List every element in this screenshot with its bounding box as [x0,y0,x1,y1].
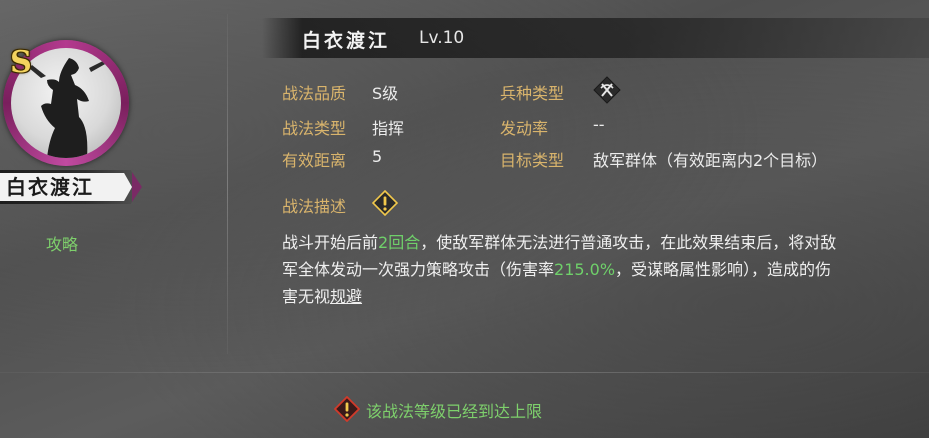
description-line-1: 战斗开始后前2回合，使敌军群体无法进行普通攻击，在此效果结束后，将对敌 [282,233,837,252]
skill-type-label: 战法类型 [282,119,347,138]
target-type-label: 目标类型 [500,151,565,170]
skill-portrait-panel: S 白衣渡江 [0,40,142,210]
max-level-note: 该战法等级已经到达上限 [366,402,543,421]
panel-divider-vertical [227,14,228,354]
skill-name-plate: 白衣渡江 [0,170,142,204]
skill-title: 白衣渡江 [302,30,391,52]
rounds-highlight: 2回合 [378,233,421,252]
range-label: 有效距离 [282,151,347,170]
troop-type-label: 兵种类型 [500,84,565,103]
evasion-term-link[interactable]: 规避 [330,287,362,306]
damage-rate-highlight: 215.0% [554,260,616,279]
skill-grade-badge: S [10,45,32,80]
portrait-skill-name: 白衣渡江 [6,175,94,199]
skill-description: 战斗开始后前2回合，使敌军群体无法进行普通攻击，在此效果结束后，将对敌 军全体发… [282,229,929,310]
trigger-rate-value: -- [593,115,605,134]
strategy-guide-link[interactable]: 攻略 [46,231,78,255]
range-value: 5 [372,147,383,166]
bow-cross-icon [593,76,621,104]
panel-divider-horizontal [0,372,929,373]
skill-level: Lv.10 [419,28,465,48]
trigger-rate-label: 发动率 [500,119,549,138]
description-line-3: 害无视规避 [282,287,363,306]
quality-label: 战法品质 [282,84,347,103]
quality-value: S级 [372,84,399,103]
description-label: 战法描述 [282,197,347,216]
description-line-2: 军全体发动一次强力策略攻击（伤害率215.0%，受谋略属性影响），造成的伤 [282,260,832,279]
target-type-value: 敌军群体（有效距离内2个目标） [593,151,828,170]
max-level-warning-icon [333,395,361,423]
skill-type-value: 指挥 [372,119,405,138]
warning-icon[interactable] [371,189,399,217]
